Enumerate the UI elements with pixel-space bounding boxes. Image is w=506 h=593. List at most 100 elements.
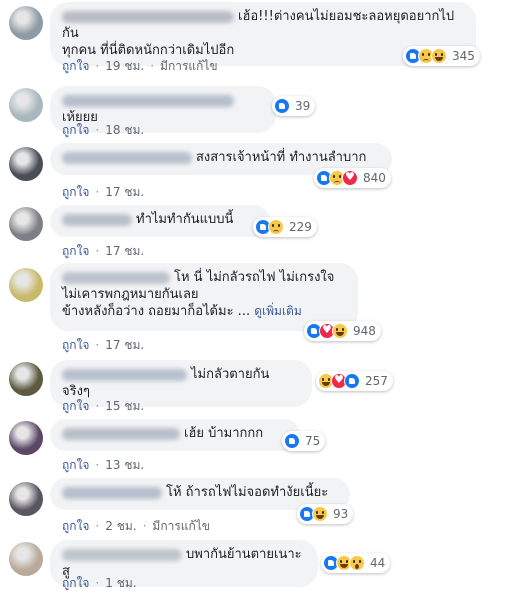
like-link[interactable]: ถูกใจ	[62, 399, 89, 413]
avatar[interactable]	[9, 147, 43, 181]
comment-meta: ถูกใจ · 18 ชม.	[62, 121, 144, 140]
like-link[interactable]: ถูกใจ	[62, 185, 89, 199]
comment-line: โห้ ถ้ารถไฟไม่จอดทำงัยเนี้ยะ	[166, 485, 329, 500]
timestamp[interactable]: 2 ชม.	[105, 519, 136, 533]
separator-dot: ·	[95, 338, 100, 352]
edited-label[interactable]: มีการแก้ไข	[152, 519, 210, 533]
reaction-summary[interactable]: 345	[403, 46, 480, 66]
commenter-name[interactable]	[62, 10, 234, 23]
comment-line: ทุกคน ที่นี่ติดหนักกว่าเดิมไปอีก	[62, 43, 235, 58]
commenter-name[interactable]	[62, 427, 180, 440]
separator-dot: ·	[95, 458, 100, 472]
comment-line: ทำไมทำกันแบบนี้	[136, 212, 234, 227]
commenter-name[interactable]	[62, 486, 162, 499]
avatar[interactable]	[9, 421, 43, 455]
comment-meta: ถูกใจ · 17 ชม.	[62, 242, 144, 261]
comment-line: สงสารเจ้าหน้าที่ ทำงานลำบาก	[196, 150, 367, 165]
comment-meta: ถูกใจ · 2 ชม. · มีการแก้ไข	[62, 517, 210, 536]
avatar[interactable]	[9, 88, 43, 122]
separator-dot: ·	[95, 244, 100, 258]
reaction-count: 948	[353, 324, 376, 338]
comment-text: โห้ ถ้ารถไฟไม่จอดทำงัยเนี้ยะ	[62, 484, 338, 501]
timestamp[interactable]: 17 ชม.	[105, 338, 144, 352]
separator-dot: ·	[95, 59, 100, 73]
reaction-summary[interactable]: 257	[316, 371, 393, 391]
edited-label[interactable]: มีการแก้ไข	[160, 59, 218, 73]
like-link[interactable]: ถูกใจ	[62, 59, 89, 73]
timestamp[interactable]: 17 ชม.	[105, 244, 144, 258]
separator-dot: ·	[95, 399, 100, 413]
like-reaction-icon	[274, 98, 290, 114]
haha-reaction-icon	[332, 323, 348, 339]
reaction-count: 257	[365, 374, 388, 388]
comment-text: ทำไมทำกันแบบนี้	[62, 211, 258, 228]
haha-reaction-icon	[312, 506, 328, 522]
commenter-name[interactable]	[62, 213, 132, 226]
see-more-link[interactable]: ดูเพิ่มเติม	[254, 304, 302, 318]
haha-reaction-icon	[431, 48, 447, 64]
reaction-count: 840	[363, 171, 386, 185]
wow-reaction-icon	[349, 555, 365, 571]
reaction-count: 93	[333, 507, 349, 521]
commenter-name[interactable]	[62, 548, 182, 561]
like-link[interactable]: ถูกใจ	[62, 519, 89, 533]
commenter-name[interactable]	[62, 151, 192, 164]
like-link[interactable]: ถูกใจ	[62, 576, 89, 590]
reaction-summary[interactable]: 93	[297, 504, 354, 524]
comment-meta: ถูกใจ · 17 ชม.	[62, 336, 144, 355]
comment-bubble: เฮ้ย บ้ามากกก	[50, 419, 300, 451]
comment-text: โห นี่ ไม่กลัวรถไฟ ไม่เกรงใจไม่เคารพกฎหม…	[62, 269, 346, 320]
reaction-summary[interactable]: 75	[282, 431, 326, 451]
comment-line: เฮ้ย บ้ามากกก	[184, 426, 264, 441]
like-reaction-icon	[344, 373, 360, 389]
comment-text: ไม่กลัวตายกัน จริงๆ	[62, 366, 300, 400]
separator-dot: ·	[95, 576, 100, 590]
commenter-name[interactable]	[62, 94, 234, 107]
comment-line: ไม่เคารพกฎหมายกันเลย	[62, 287, 199, 302]
timestamp[interactable]: 19 ชม.	[105, 59, 144, 73]
timestamp[interactable]: 15 ชม.	[105, 399, 144, 413]
love-reaction-icon	[342, 170, 358, 186]
comment-line: โห นี่ ไม่กลัวรถไฟ ไม่เกรงใจ	[174, 270, 335, 285]
like-link[interactable]: ถูกใจ	[62, 458, 89, 472]
comment-meta: ถูกใจ · 15 ชม.	[62, 397, 144, 416]
separator-dot: ·	[150, 59, 155, 73]
like-reaction-icon	[284, 433, 300, 449]
separator-dot: ·	[95, 185, 100, 199]
timestamp[interactable]: 1 ชม.	[105, 576, 136, 590]
avatar[interactable]	[9, 542, 43, 576]
comment-line: ข้างหลังก็อว่าง ถอยมาก็อได้มะ ...	[62, 304, 251, 319]
sad-reaction-icon	[268, 219, 284, 235]
reaction-count: 44	[370, 556, 386, 570]
reaction-count: 229	[289, 220, 312, 234]
commenter-name[interactable]	[62, 271, 170, 284]
comment-meta: ถูกใจ · 1 ชม.	[62, 574, 137, 593]
reaction-count: 345	[452, 49, 475, 63]
avatar[interactable]	[9, 268, 43, 302]
avatar[interactable]	[9, 6, 43, 40]
comment-meta: ถูกใจ · 17 ชม.	[62, 183, 144, 202]
reaction-summary[interactable]: 44	[321, 553, 391, 573]
timestamp[interactable]: 17 ชม.	[105, 185, 144, 199]
comment-bubble: ทำไมทำกันแบบนี้	[50, 205, 270, 237]
timestamp[interactable]: 18 ชม.	[105, 123, 144, 137]
timestamp[interactable]: 13 ชม.	[105, 458, 144, 472]
avatar[interactable]	[9, 362, 43, 396]
commenter-name[interactable]	[62, 368, 187, 381]
separator-dot: ·	[95, 519, 100, 533]
reaction-summary[interactable]: 229	[253, 217, 317, 237]
comment-text: สงสารเจ้าหน้าที่ ทำงานลำบาก	[62, 149, 380, 166]
reaction-count: 75	[305, 434, 321, 448]
reaction-summary[interactable]: 948	[304, 321, 381, 341]
like-link[interactable]: ถูกใจ	[62, 123, 89, 137]
separator-dot: ·	[142, 519, 147, 533]
reaction-count: 39	[295, 99, 311, 113]
avatar[interactable]	[9, 207, 43, 241]
comment-meta: ถูกใจ · 19 ชม. · มีการแก้ไข	[62, 57, 218, 76]
like-link[interactable]: ถูกใจ	[62, 338, 89, 352]
reaction-summary[interactable]: 840	[314, 168, 391, 188]
separator-dot: ·	[95, 123, 100, 137]
avatar[interactable]	[9, 482, 43, 516]
reaction-summary[interactable]: 39	[272, 96, 316, 116]
like-link[interactable]: ถูกใจ	[62, 244, 89, 258]
